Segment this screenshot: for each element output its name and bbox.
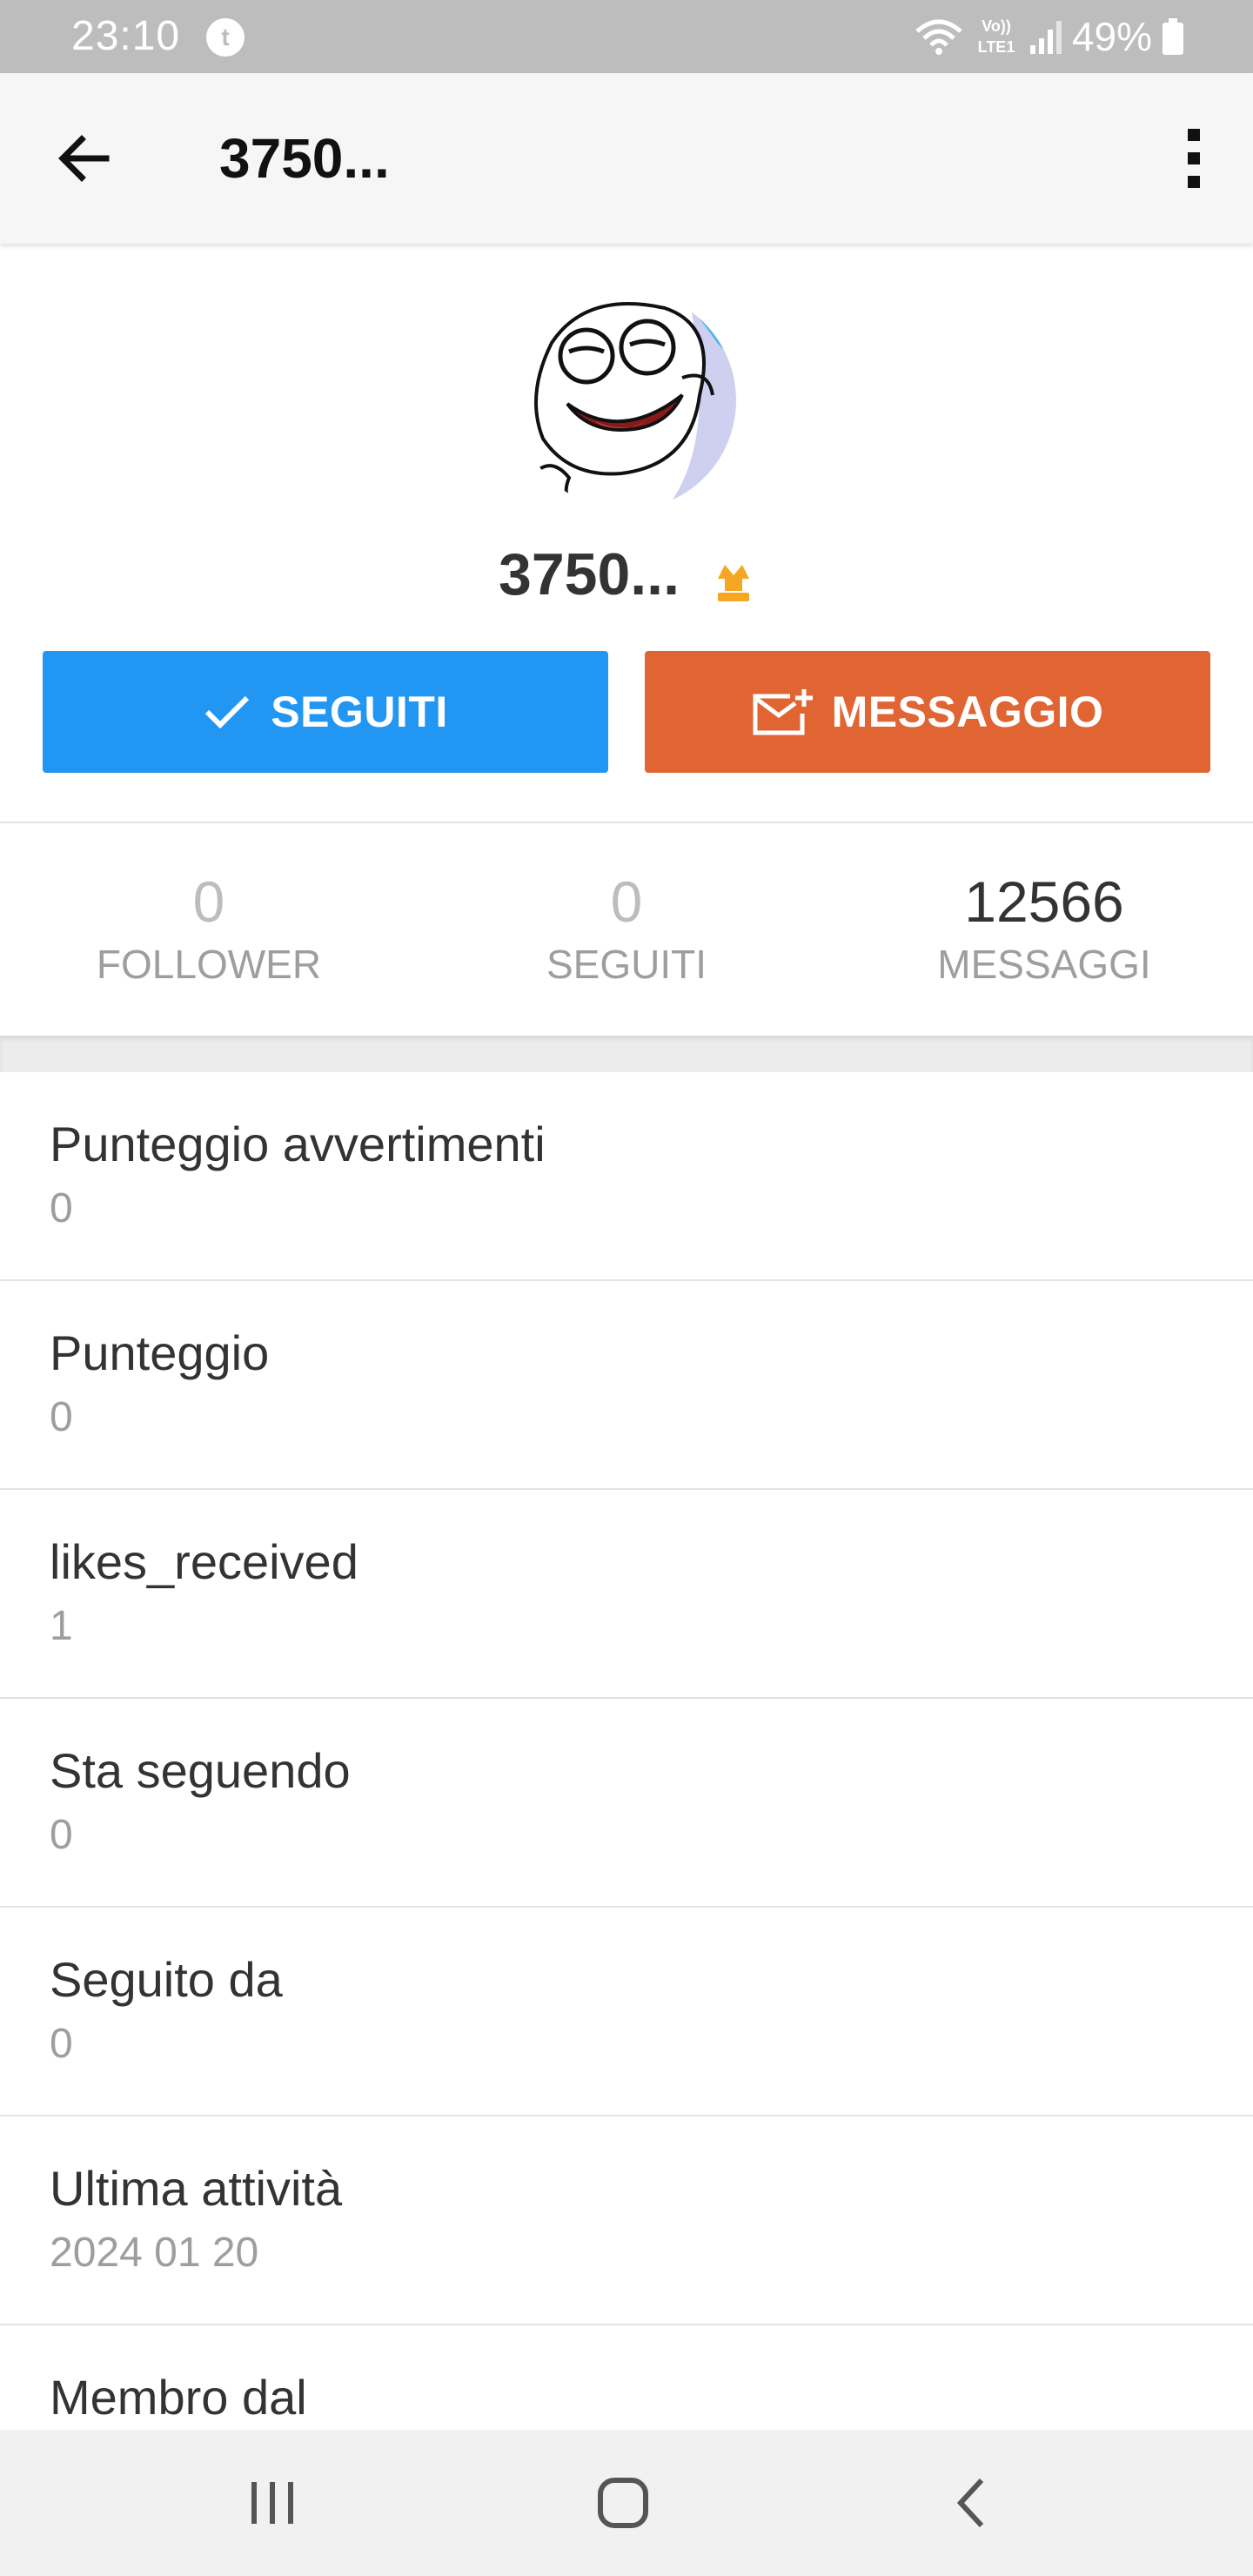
battery-icon (1163, 18, 1183, 55)
info-label: Sta seguendo (50, 1743, 351, 1798)
info-label: Punteggio (50, 1325, 270, 1380)
following-button-label: SEGUITI (271, 688, 448, 736)
list-item: Sta seguendo 0 (0, 1699, 1253, 1908)
stat-followers[interactable]: 0 FOLLOWER (0, 823, 418, 1036)
list-item: likes_received 1 (0, 1490, 1253, 1699)
list-item: Ultima attività 2024 01 20 (0, 2116, 1253, 2325)
avatar-image (517, 291, 736, 510)
status-time: 23:10 (71, 13, 181, 59)
check-icon (205, 695, 250, 729)
status-bar: 23:10 t Vo)) LTE1 49% (0, 0, 1253, 73)
info-value: 0 (50, 1812, 73, 1858)
message-button-label: MESSAGGIO (831, 688, 1104, 736)
list-item: Punteggio 0 (0, 1281, 1253, 1490)
info-value: 0 (50, 1185, 73, 1231)
info-value: 0 (50, 2021, 73, 2067)
crown-rank-icon (717, 565, 749, 601)
arrow-left-icon[interactable] (52, 125, 118, 191)
stat-label: FOLLOWER (96, 942, 322, 987)
stat-value: 0 (192, 869, 225, 934)
info-value: 0 (50, 1394, 73, 1440)
status-indicators: Vo)) LTE1 49% (914, 12, 1185, 61)
volte-icon: Vo)) LTE1 (978, 17, 1015, 56)
list-item: Seguito da 0 (0, 1908, 1253, 2116)
info-value: 2024 01 20 (50, 2230, 259, 2276)
profile-info-list: Punteggio avvertimenti 0 Punteggio 0 lik… (0, 1072, 1253, 2534)
info-label: Punteggio avvertimenti (50, 1117, 546, 1171)
compose-mail-icon (753, 689, 813, 735)
app-toolbar: 3750... (0, 73, 1253, 244)
stat-value: 12566 (964, 869, 1124, 934)
svg-text:Vo)): Vo)) (982, 17, 1011, 35)
info-value: 1 (50, 1603, 73, 1649)
svg-text:LTE1: LTE1 (978, 38, 1015, 56)
stat-messages[interactable]: 12566 MESSAGGI (835, 823, 1253, 1036)
username: 3750... (499, 541, 680, 607)
following-button[interactable]: SEGUITI (43, 651, 608, 773)
avatar[interactable] (517, 291, 736, 510)
list-item: Punteggio avvertimenti 0 (0, 1072, 1253, 1281)
battery-percent: 49% (1071, 14, 1152, 59)
stat-following[interactable]: 0 SEGUITI (418, 823, 835, 1036)
page-title: 3750... (219, 127, 390, 190)
profile-stats: 0 FOLLOWER 0 SEGUITI 12566 MESSAGGI (0, 823, 1253, 1036)
recent-apps-icon[interactable] (238, 2468, 307, 2538)
stat-value: 0 (610, 869, 643, 934)
info-label: Ultima attività (50, 2161, 343, 2216)
stat-label: MESSAGGI (937, 942, 1151, 987)
info-label: Seguito da (50, 1952, 283, 2007)
section-separator (0, 1036, 1253, 1072)
message-button[interactable]: MESSAGGIO (645, 651, 1210, 773)
home-icon[interactable] (588, 2468, 658, 2538)
username-row: 3750... (0, 538, 1253, 611)
stat-label: SEGUITI (546, 942, 707, 987)
info-label: Membro dal (50, 2370, 307, 2425)
signal-icon (1029, 21, 1062, 54)
svg-text:t: t (221, 23, 229, 50)
system-nav-bar (0, 2430, 1253, 2576)
notification-app-icon: t (206, 18, 245, 57)
more-vert-icon[interactable] (1159, 117, 1229, 200)
back-icon[interactable] (938, 2468, 1008, 2538)
info-label: likes_received (50, 1534, 358, 1589)
wifi-icon (915, 19, 962, 55)
